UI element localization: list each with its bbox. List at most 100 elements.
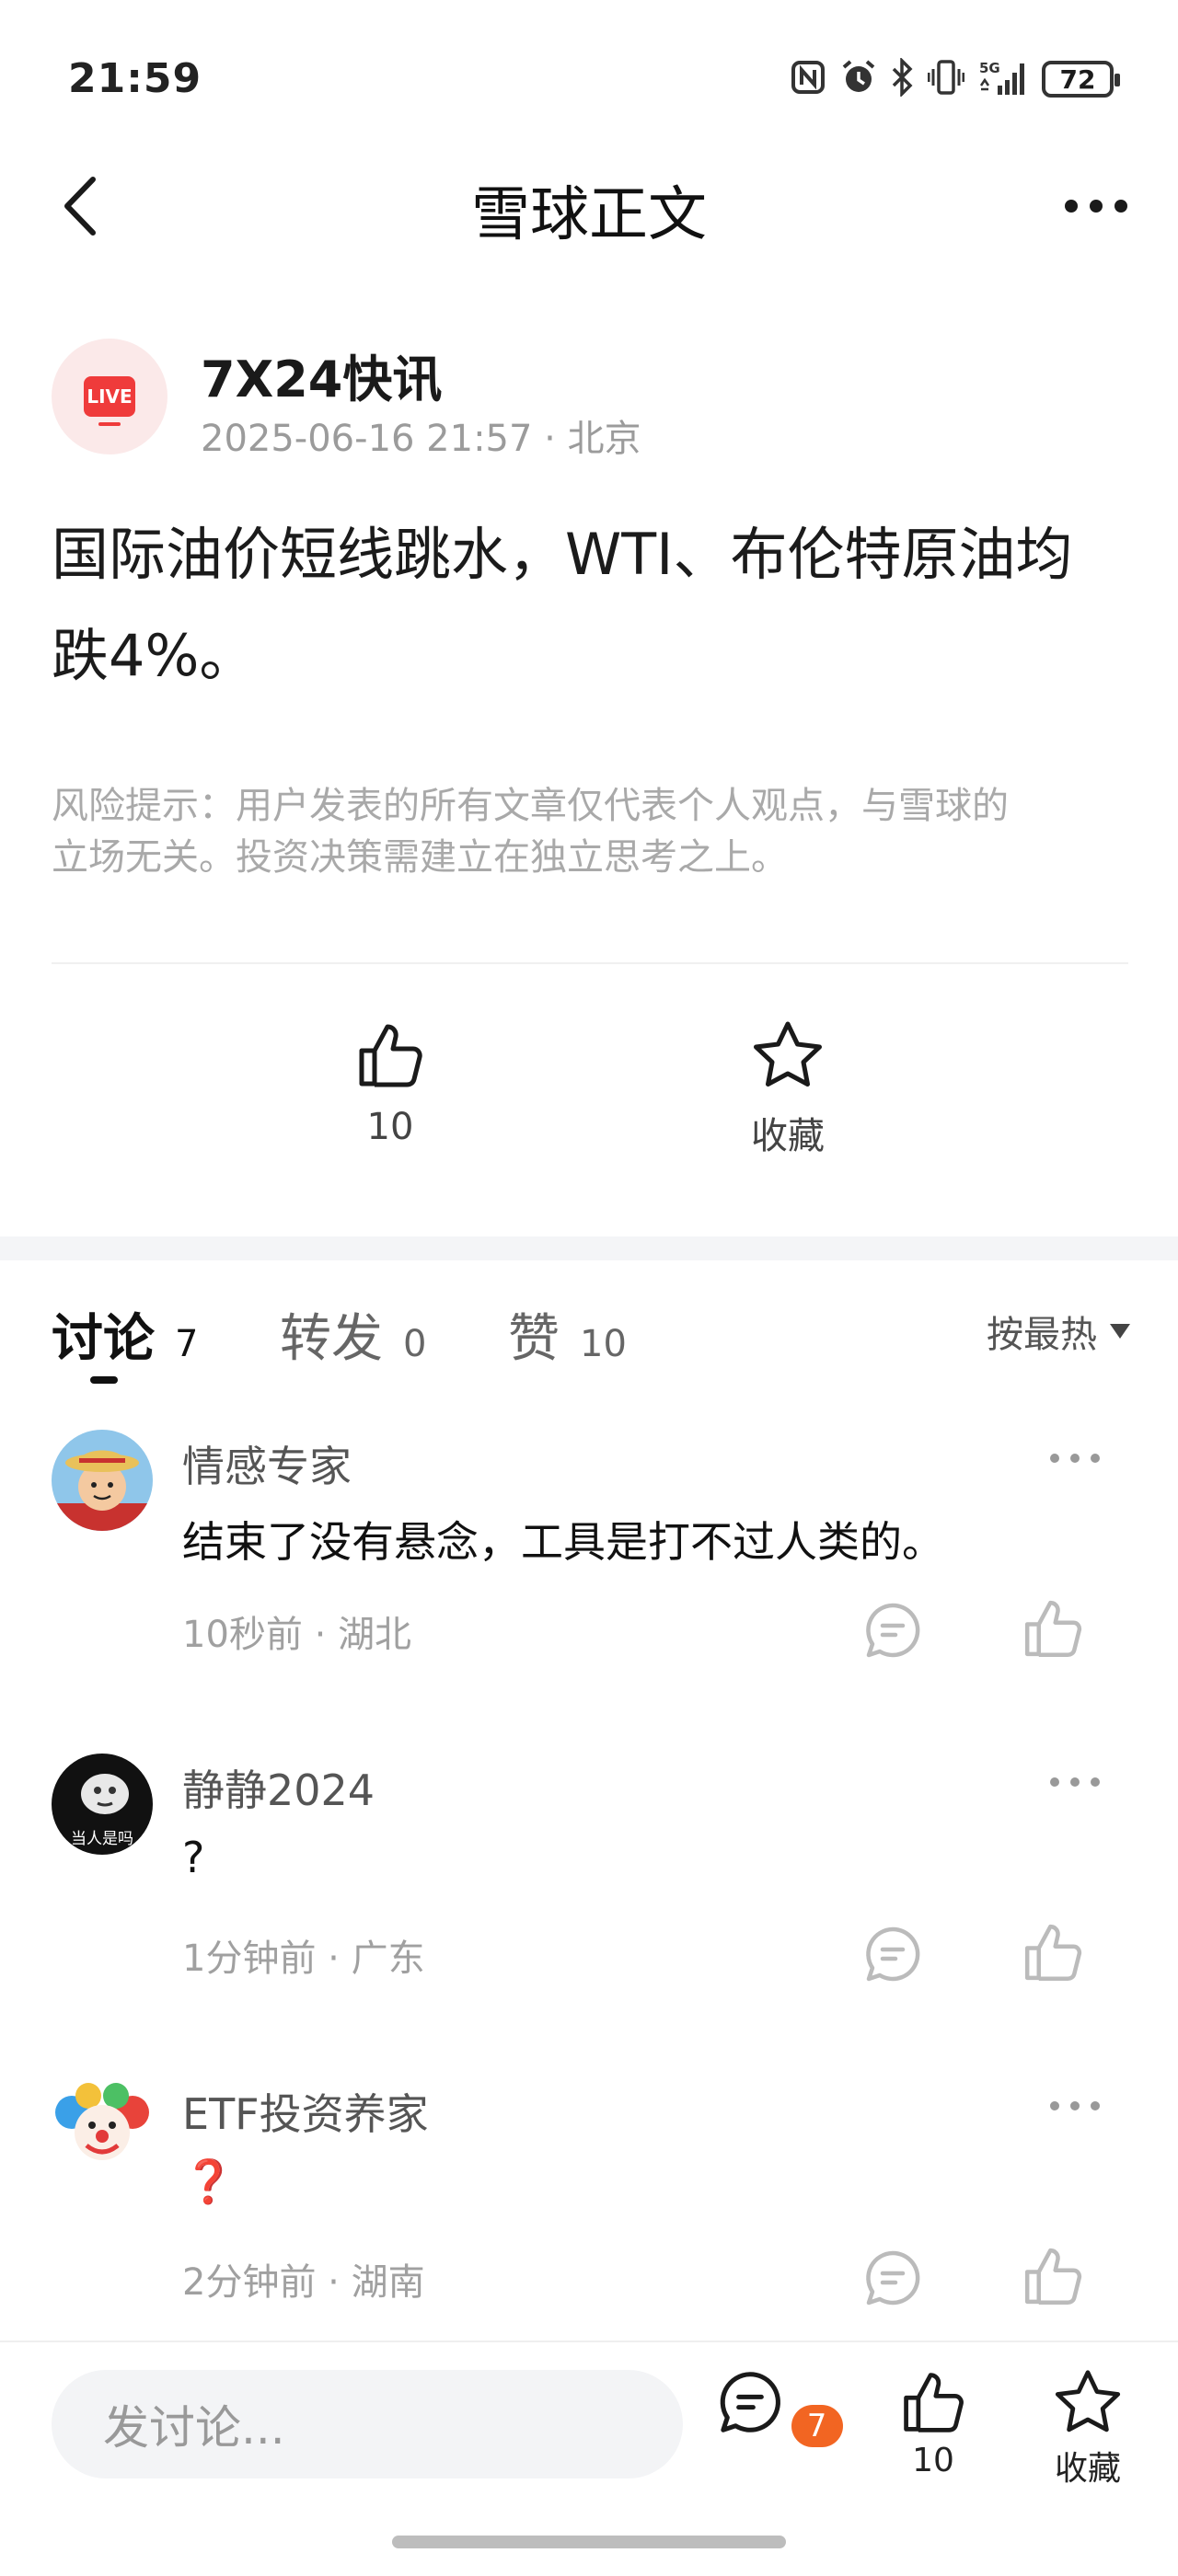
thumbs-up-icon bbox=[1024, 1924, 1082, 1981]
comment-reply-button[interactable] bbox=[856, 2241, 930, 2315]
comment-author[interactable]: 静静2024 bbox=[182, 1757, 375, 1818]
tab-label: 赞 bbox=[508, 1309, 560, 1369]
comment-author[interactable]: ETF投资养家 bbox=[182, 2081, 429, 2142]
comment-meta: 2分钟前 · 湖南 bbox=[182, 2252, 425, 2306]
post-favorite-label: 收藏 bbox=[751, 1115, 825, 1157]
thumbs-up-icon bbox=[359, 1024, 422, 1087]
avatar-caption: 当人是吗 bbox=[71, 1830, 133, 1848]
tab-repost[interactable]: 转发 0 bbox=[280, 1297, 426, 1372]
post-actions: 10 收藏 bbox=[0, 1019, 1178, 1176]
meta-separator: · bbox=[544, 418, 568, 460]
sort-dropdown[interactable]: 按最热 bbox=[987, 1305, 1130, 1358]
comment-like-button[interactable] bbox=[1014, 2237, 1091, 2315]
comment-reply-button[interactable] bbox=[856, 1917, 930, 1991]
battery-icon: 72 bbox=[1042, 61, 1120, 98]
post-content: 国际油价短线跳水，WTI、布伦特原油均 跌4%。 bbox=[52, 504, 1130, 707]
comment-icon bbox=[721, 2372, 781, 2432]
post-location: 北京 bbox=[567, 418, 641, 460]
tab-count: 10 bbox=[580, 1323, 627, 1365]
nav-bar: 雪球正文 bbox=[0, 156, 1178, 258]
author-name[interactable]: 7X24快讯 bbox=[201, 339, 442, 411]
nfc-icon bbox=[790, 59, 826, 99]
post-favorite-button[interactable]: 收藏 bbox=[696, 1019, 880, 1159]
active-tab-indicator bbox=[90, 1376, 118, 1384]
tab-label: 讨论 bbox=[52, 1309, 155, 1369]
avatar[interactable] bbox=[52, 1430, 153, 1531]
live-icon: LIVE bbox=[84, 376, 135, 426]
tab-discussion[interactable]: 讨论 7 bbox=[52, 1297, 198, 1372]
post-like-button[interactable]: 10 bbox=[298, 1019, 482, 1148]
bottom-favorite-label: 收藏 bbox=[1054, 2450, 1121, 2488]
comment-more-button[interactable] bbox=[1038, 2083, 1112, 2129]
bottom-favorite-button[interactable]: 收藏 bbox=[1023, 2368, 1152, 2490]
comment-location: 湖南 bbox=[351, 2261, 425, 2304]
author-avatar[interactable]: LIVE bbox=[52, 339, 167, 454]
section-separator bbox=[0, 1236, 1178, 1260]
more-horizontal-icon bbox=[1050, 1777, 1100, 1787]
comment-location: 湖北 bbox=[338, 1614, 412, 1656]
divider bbox=[52, 962, 1128, 964]
thumbs-up-icon bbox=[1024, 2248, 1082, 2305]
comment-item: 当人是吗 静静2024 ? 1分钟前 · 广东 bbox=[52, 1754, 1130, 2048]
more-horizontal-icon bbox=[1050, 1454, 1100, 1463]
star-icon bbox=[1055, 2370, 1121, 2432]
comment-text: ? bbox=[182, 1833, 205, 1882]
comment-time: 2分钟前 bbox=[182, 2261, 317, 2304]
sort-label: 按最热 bbox=[987, 1314, 1097, 1356]
more-horizontal-icon bbox=[1065, 200, 1127, 213]
comment-item: ETF投资养家 ❓ 2分钟前 · 湖南 bbox=[52, 2077, 1130, 2372]
comment-reply-button[interactable] bbox=[856, 1593, 930, 1667]
risk-notice: 风险提示：用户发表的所有文章仅代表个人观点，与雪球的 立场无关。投资决策需建立在… bbox=[52, 780, 1130, 883]
bluetooth-icon bbox=[891, 56, 915, 100]
post-author[interactable]: LIVE 7X24快讯 2025-06-16 21:57 · 北京 bbox=[52, 339, 1128, 460]
comment-meta: 10秒前 · 湖北 bbox=[182, 1604, 411, 1658]
status-icons: 5G 72 bbox=[790, 56, 1120, 100]
discussion-tabs: 讨论 7 转发 0 赞 10 按最热 bbox=[52, 1297, 1130, 1384]
risk-notice-line: 立场无关。投资决策需建立在独立思考之上。 bbox=[52, 836, 788, 879]
post-content-line: 国际油价短线跳水，WTI、布伦特原油均 bbox=[52, 521, 1073, 588]
post-content-line: 跌4%。 bbox=[52, 622, 257, 689]
post-like-count: 10 bbox=[366, 1106, 414, 1148]
home-indicator[interactable] bbox=[392, 2536, 786, 2548]
avatar[interactable] bbox=[52, 2077, 153, 2179]
comment-time: 10秒前 bbox=[182, 1614, 303, 1656]
comment-item: 情感专家 结束了没有悬念，工具是打不过人类的。 10秒前 · 湖北 bbox=[52, 1430, 1130, 1724]
page-title: 雪球正文 bbox=[471, 181, 707, 249]
more-button[interactable] bbox=[1055, 169, 1138, 243]
status-time: 21:59 bbox=[68, 55, 202, 102]
comment-author[interactable]: 情感专家 bbox=[182, 1433, 352, 1494]
meta-separator: · bbox=[328, 1938, 352, 1980]
bottom-bar: 发讨论... 7 10 收藏 bbox=[0, 2340, 1178, 2576]
caret-down-icon bbox=[1110, 1324, 1130, 1339]
star-icon bbox=[754, 1021, 822, 1087]
comment-like-button[interactable] bbox=[1014, 1590, 1091, 1667]
comment-time: 1分钟前 bbox=[182, 1938, 317, 1980]
comment-icon bbox=[866, 1926, 920, 1982]
comment-like-button[interactable] bbox=[1014, 1914, 1091, 1991]
post-meta: 2025-06-16 21:57 · 北京 bbox=[201, 408, 641, 462]
bottom-like-count: 10 bbox=[912, 2442, 954, 2479]
tab-label: 转发 bbox=[280, 1309, 383, 1369]
comment-text: 结束了没有悬念，工具是打不过人类的。 bbox=[182, 1517, 944, 1567]
risk-notice-line: 风险提示：用户发表的所有文章仅代表个人观点，与雪球的 bbox=[52, 785, 1009, 827]
thumbs-up-icon bbox=[1024, 1600, 1082, 1657]
comment-icon bbox=[866, 1603, 920, 1658]
svg-text:5G: 5G bbox=[979, 60, 1000, 76]
tab-count: 7 bbox=[175, 1323, 199, 1365]
bottom-comment-button[interactable]: 7 bbox=[714, 2368, 843, 2447]
thumbs-up-icon bbox=[904, 2373, 964, 2432]
comment-text: ❓ bbox=[182, 2156, 236, 2206]
bottom-like-button[interactable]: 10 bbox=[869, 2368, 998, 2479]
status-bar: 21:59 5G 72 bbox=[0, 0, 1178, 156]
meta-separator: · bbox=[328, 2261, 352, 2304]
discussion-input[interactable]: 发讨论... bbox=[52, 2370, 683, 2478]
avatar[interactable]: 当人是吗 bbox=[52, 1754, 153, 1855]
comment-location: 广东 bbox=[351, 1938, 425, 1980]
more-horizontal-icon bbox=[1050, 2101, 1100, 2110]
comment-more-button[interactable] bbox=[1038, 1759, 1112, 1805]
comment-more-button[interactable] bbox=[1038, 1435, 1112, 1481]
tab-likes[interactable]: 赞 10 bbox=[508, 1297, 627, 1372]
comment-icon bbox=[866, 2250, 920, 2306]
alarm-icon bbox=[839, 58, 878, 100]
post-time: 2025-06-16 21:57 bbox=[201, 418, 533, 460]
